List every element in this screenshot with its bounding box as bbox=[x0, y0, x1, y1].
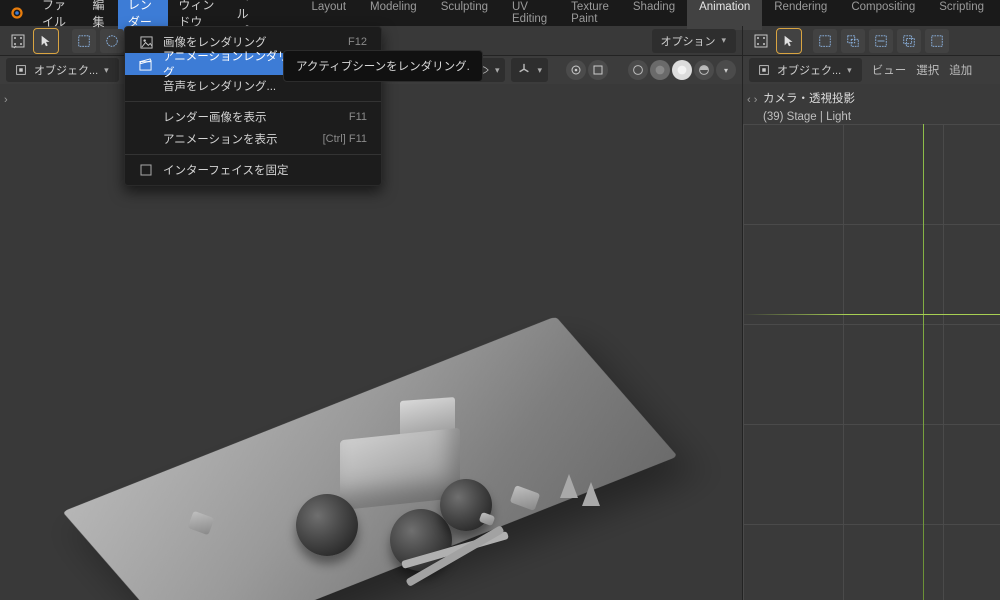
cursor-tool-icon[interactable] bbox=[34, 29, 58, 53]
menu-separator bbox=[125, 154, 381, 155]
view-animation-shortcut: [Ctrl] F11 bbox=[323, 133, 367, 145]
cursor-tool-icon-right[interactable] bbox=[777, 29, 801, 53]
shading-preview-icon[interactable] bbox=[672, 60, 692, 80]
menu-select[interactable]: 選択 bbox=[916, 62, 939, 78]
select-intersect-icon[interactable] bbox=[897, 29, 921, 53]
select-circle-icon[interactable] bbox=[100, 29, 124, 53]
mode-select-right[interactable]: オブジェク... ▾ bbox=[749, 58, 862, 82]
shading-solid-icon[interactable] bbox=[650, 60, 670, 80]
axis-x bbox=[743, 314, 1000, 315]
viewport-overlay-text: カメラ・透視投影 (39) Stage | Light bbox=[763, 90, 855, 127]
render-image-shortcut: F12 bbox=[348, 36, 367, 48]
options-dropdown[interactable]: オプション ▾ bbox=[652, 29, 736, 53]
mode-label-right: オブジェク... bbox=[777, 62, 841, 78]
mode-select[interactable]: オブジェク... ▾ bbox=[6, 58, 119, 82]
grid-floor bbox=[743, 124, 1000, 600]
select-extend-icon[interactable] bbox=[841, 29, 865, 53]
chevron-down-icon: ▾ bbox=[721, 35, 726, 46]
gizmo-dropdown[interactable]: ▾ bbox=[511, 58, 548, 82]
overlay-toggles bbox=[566, 60, 608, 80]
axis-y bbox=[923, 124, 924, 600]
options-label: オプション bbox=[660, 33, 715, 49]
xray-toggle-icon[interactable] bbox=[588, 60, 608, 80]
editor-type-icon[interactable] bbox=[6, 29, 30, 53]
shading-wire-icon[interactable] bbox=[628, 60, 648, 80]
view-render-shortcut: F11 bbox=[349, 111, 367, 123]
shading-options-icon[interactable]: ▾ bbox=[716, 60, 736, 80]
object-mode-icon bbox=[14, 63, 28, 77]
render-audio-label: 音声をレンダリング... bbox=[163, 78, 276, 94]
mode-label: オブジェク... bbox=[34, 62, 98, 78]
overlay-object: (39) Stage | Light bbox=[763, 108, 855, 126]
shading-render-icon[interactable] bbox=[694, 60, 714, 80]
menu-separator bbox=[125, 101, 381, 102]
overlay-toggle-icon[interactable] bbox=[566, 60, 586, 80]
lock-interface-label: インターフェイスを固定 bbox=[163, 162, 288, 178]
chevron-down-icon: ▾ bbox=[847, 65, 852, 76]
clapper-icon bbox=[139, 57, 153, 71]
view-animation-item[interactable]: アニメーションを表示 [Ctrl] F11 bbox=[125, 128, 381, 150]
menu-add[interactable]: 追加 bbox=[949, 62, 972, 78]
blender-logo-icon bbox=[8, 3, 26, 23]
select-box-icon-right[interactable] bbox=[813, 29, 837, 53]
tooltip-text: アクティブシーンをレンダリング. bbox=[296, 61, 470, 73]
image-icon bbox=[139, 35, 153, 49]
collapse-handle-icon[interactable]: ‹ › bbox=[747, 94, 757, 106]
editor-type-icon-right[interactable] bbox=[749, 29, 773, 53]
tooltip: アクティブシーンをレンダリング. bbox=[283, 50, 483, 82]
gizmo-icon bbox=[517, 63, 531, 77]
menu-view[interactable]: ビュー bbox=[872, 62, 907, 78]
view-render-item[interactable]: レンダー画像を表示 F11 bbox=[125, 106, 381, 128]
chevron-down-icon: ▾ bbox=[104, 65, 109, 76]
viewport-secondary[interactable]: ‹ › カメラ・透視投影 (39) Stage | Light bbox=[742, 84, 1000, 600]
overlay-camera: カメラ・透視投影 bbox=[763, 90, 855, 108]
view-render-label: レンダー画像を表示 bbox=[163, 109, 267, 125]
shading-modes: ▾ bbox=[628, 60, 736, 80]
checkbox-icon bbox=[139, 163, 153, 177]
select-invert-icon[interactable] bbox=[925, 29, 949, 53]
select-box-icon[interactable] bbox=[72, 29, 96, 53]
object-mode-icon bbox=[757, 63, 771, 77]
view-animation-label: アニメーションを表示 bbox=[163, 131, 278, 147]
lock-interface-item[interactable]: インターフェイスを固定 bbox=[125, 159, 381, 181]
select-subtract-icon[interactable] bbox=[869, 29, 893, 53]
